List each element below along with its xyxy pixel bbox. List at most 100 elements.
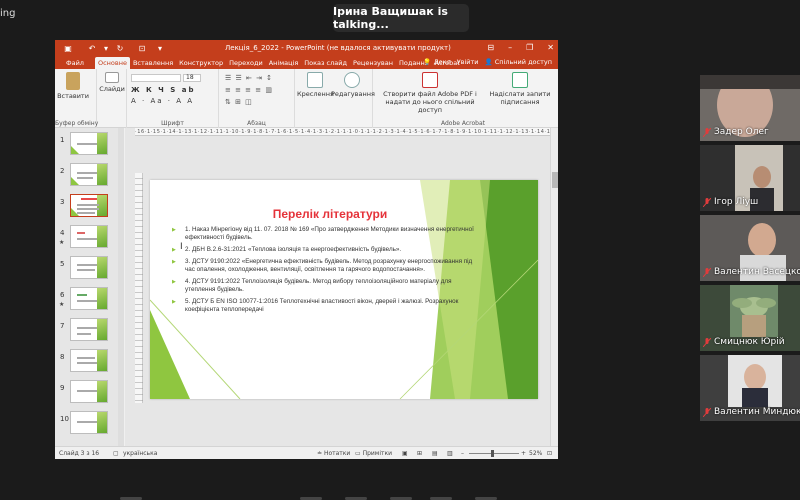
participant-tile[interactable]: Валентин Миндюк: [700, 355, 800, 421]
status-bar: Слайд 3 з 16 ▢ українська ≐ Нотатки ▭ Пр…: [55, 446, 558, 459]
slide-thumbnail-selected[interactable]: [70, 194, 108, 217]
thumbnail-row[interactable]: 5: [55, 256, 124, 286]
font-name-box[interactable]: [131, 74, 181, 82]
slide-thumbnail[interactable]: [70, 380, 108, 403]
font-size-box[interactable]: 18: [183, 74, 201, 82]
thumbnail-row[interactable]: 4 ★: [55, 225, 124, 255]
zoom-out-icon[interactable]: –: [461, 447, 464, 459]
participant-tile[interactable]: Задер Олег: [700, 75, 800, 141]
font-style-buttons[interactable]: Ж К Ч S ab: [131, 86, 195, 94]
drawing-button[interactable]: Креслення: [297, 72, 334, 98]
create-pdf-label: Створити файл Adobe PDF і надати до ньог…: [383, 90, 477, 114]
thumbnail-row[interactable]: 10: [55, 411, 124, 441]
slide-title[interactable]: Перелік літератури: [250, 207, 410, 221]
thumbnail-row[interactable]: 9: [55, 380, 124, 410]
editor-scrollbar[interactable]: [550, 128, 558, 446]
reading-view-icon[interactable]: ▤: [432, 447, 438, 459]
thumbnail-row[interactable]: 6 ★: [55, 287, 124, 317]
restore-icon[interactable]: ❐: [526, 40, 533, 56]
thumbnail-number: 5: [60, 260, 65, 268]
tab-design[interactable]: Конструктор: [176, 57, 226, 69]
text-direction-buttons[interactable]: ⇅ ⊞ ◫: [225, 98, 253, 106]
thumbnail-number: 10: [60, 415, 69, 423]
participant-tile[interactable]: Валентин Васецко: [700, 215, 800, 281]
fit-slide-icon[interactable]: ⊡: [547, 447, 552, 459]
close-icon[interactable]: ✕: [547, 40, 554, 56]
slide-thumbnail[interactable]: [70, 318, 108, 341]
signin-link[interactable]: Увійти: [457, 56, 479, 68]
zoom-slider-thumb[interactable]: [491, 450, 494, 457]
slide-thumbnail[interactable]: [70, 287, 108, 310]
font-color-buttons[interactable]: A · Aa · A A: [131, 97, 194, 105]
slide-thumbnail[interactable]: [70, 163, 108, 186]
redo-icon[interactable]: ↻: [113, 40, 127, 56]
align-buttons[interactable]: ≡ ≡ ≡ ≡ ▥: [225, 86, 273, 94]
list-buttons[interactable]: ☰ ☰ ⇤ ⇥ ↕: [225, 74, 273, 82]
tab-home[interactable]: Основне: [94, 57, 130, 69]
acrobat-group-label: Adobe Acrobat: [440, 120, 486, 127]
save-icon[interactable]: ▣: [61, 40, 75, 56]
font-group-label: Шрифт: [161, 120, 184, 127]
thumbnail-row-selected[interactable]: 3: [55, 194, 124, 224]
slide-thumbnail[interactable]: [70, 256, 108, 279]
participant-tile[interactable]: Ігор Ліуш: [700, 145, 800, 211]
participant-name: Валентин Васецко: [714, 267, 800, 277]
tab-file[interactable]: Файл: [63, 57, 87, 69]
thumbnail-row[interactable]: 1: [55, 132, 124, 162]
new-slide-button[interactable]: Слайди: [99, 72, 125, 93]
paste-button[interactable]: Вставити: [57, 72, 89, 100]
paste-label: Вставити: [57, 92, 89, 100]
undo-icon[interactable]: ↶: [85, 40, 99, 56]
slide-bullet-list[interactable]: 1. Наказ Мінрегіону від 11. 07. 2018 № 1…: [172, 226, 482, 318]
slide-thumbnail[interactable]: [70, 225, 108, 248]
tab-animations[interactable]: Анімація: [266, 57, 302, 69]
current-slide[interactable]: Перелік літератури 1. Наказ Мінрегіону в…: [150, 180, 538, 399]
ppt-titlebar: ▣ ↶ ▾ ↻ ⊡ ▾ Лекція_6_2022 - PowerPoint (…: [55, 40, 558, 56]
bullet-item[interactable]: 2. ДБН В.2.6-31:2021 «Теплова ізоляція т…: [172, 246, 482, 254]
bullet-item[interactable]: 3. ДСТУ 9190:2022 «Енергетична ефективні…: [172, 258, 482, 274]
tab-transitions[interactable]: Переходи: [226, 57, 266, 69]
ribbon-display-options-icon[interactable]: ⊟: [487, 40, 494, 56]
zoom-toolbar-partial: [0, 484, 800, 500]
powerpoint-window: ▣ ↶ ▾ ↻ ⊡ ▾ Лекція_6_2022 - PowerPoint (…: [55, 40, 558, 459]
thumbnails-scrollbar[interactable]: [118, 128, 124, 446]
tell-me-search[interactable]: 💡 Докл: [423, 56, 450, 68]
participant-tile[interactable]: Смицнюк Юрій: [700, 285, 800, 351]
tab-insert[interactable]: Вставлення: [130, 57, 176, 69]
scrollbar-thumb[interactable]: [552, 172, 558, 188]
paragraph-group-label: Абзац: [247, 120, 266, 127]
normal-view-icon[interactable]: ▣: [402, 447, 408, 459]
slide-sorter-icon[interactable]: ⊞: [417, 447, 422, 459]
person-icon: 👤: [484, 58, 493, 66]
zoom-level[interactable]: 52%: [529, 447, 542, 459]
editing-button[interactable]: Редагування: [331, 72, 375, 98]
slide-thumbnail[interactable]: [70, 411, 108, 434]
undo-dropdown-icon[interactable]: ▾: [99, 40, 113, 56]
notes-button[interactable]: ≐ Нотатки: [317, 447, 350, 459]
thumbnail-row[interactable]: 8: [55, 349, 124, 379]
comments-button[interactable]: ▭ Примітки: [355, 447, 392, 459]
slide-thumbnail[interactable]: [70, 132, 108, 155]
zoom-slider[interactable]: [469, 453, 519, 454]
slide-thumbnail[interactable]: [70, 349, 108, 372]
tab-slideshow[interactable]: Показ слайд: [301, 57, 350, 69]
start-slideshow-icon[interactable]: ⊡: [135, 40, 149, 56]
bullet-item[interactable]: 5. ДСТУ Б EN ISO 10077-1:2016 Теплотехні…: [172, 298, 482, 314]
thumbnail-row[interactable]: 2: [55, 163, 124, 193]
request-signatures-label: Надіслати запити підписання: [489, 90, 551, 106]
tab-review[interactable]: Рецензуван: [350, 57, 396, 69]
share-button[interactable]: 👤 Спільний доступ: [485, 56, 552, 68]
language-indicator[interactable]: українська: [123, 447, 157, 459]
customize-toolbar-icon[interactable]: ▾: [153, 40, 167, 56]
animation-star-icon: ★: [59, 301, 65, 308]
bullet-item[interactable]: 4. ДСТУ 9191:2022 Теплоізоляція будівель…: [172, 278, 482, 294]
minimize-icon[interactable]: –: [508, 40, 512, 56]
zoom-in-icon[interactable]: +: [521, 447, 526, 459]
slideshow-view-icon[interactable]: ▥: [447, 447, 453, 459]
thumbnail-row[interactable]: 7: [55, 318, 124, 348]
muted-mic-icon: [703, 337, 711, 347]
spellcheck-icon[interactable]: ▢: [113, 447, 119, 459]
bullet-item[interactable]: 1. Наказ Мінрегіону від 11. 07. 2018 № 1…: [172, 226, 482, 242]
create-pdf-button[interactable]: Створити файл Adobe PDF і надати до ньог…: [375, 72, 485, 114]
request-signatures-button[interactable]: Надіслати запити підписання: [489, 72, 551, 106]
